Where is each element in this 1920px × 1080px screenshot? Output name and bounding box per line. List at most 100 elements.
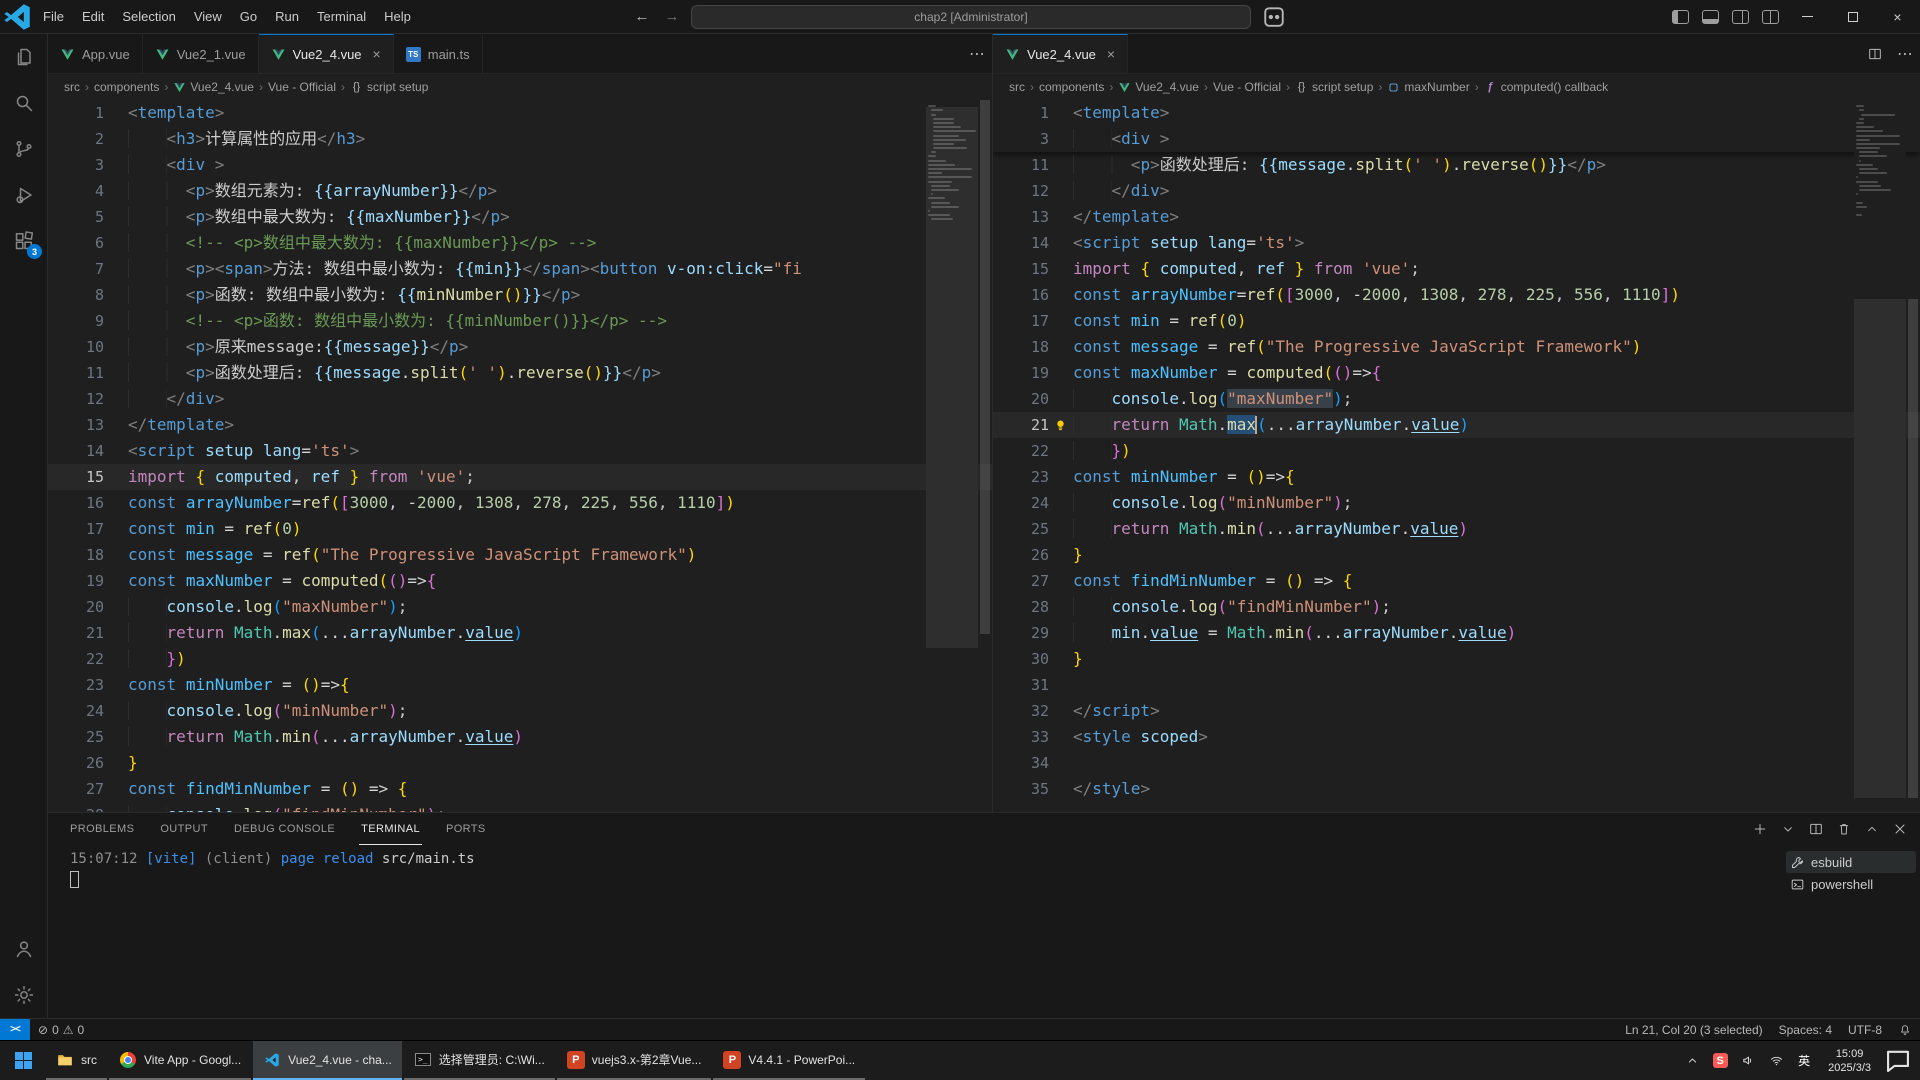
code-line[interactable]: 3 <div > <box>993 126 1920 152</box>
code-line[interactable]: 27const findMinNumber = () => { <box>993 568 1920 594</box>
code-line[interactable]: 7 <p><span>方法: 数组中最小数为: {{min}}</span><b… <box>48 256 992 282</box>
code-line[interactable]: 4 <p>数组元素为: {{arrayNumber}}</p> <box>48 178 992 204</box>
line-number[interactable]: 13 <box>993 204 1049 230</box>
code-editor[interactable]: 1<template>2 <h3>计算属性的应用</h3>3 <div >4 <… <box>48 100 992 812</box>
line-number[interactable]: 25 <box>48 724 104 750</box>
code-text[interactable]: const maxNumber = computed(()=>{ <box>1073 360 1920 386</box>
close-icon[interactable] <box>1888 817 1912 841</box>
more-icon[interactable]: ⋯ <box>962 34 992 73</box>
problems-status[interactable]: ⊘ 0 ⚠ 0 <box>30 1023 92 1037</box>
editor-scrollbar[interactable] <box>1906 100 1920 812</box>
code-text[interactable]: const minNumber = ()=>{ <box>128 672 992 698</box>
code-text[interactable]: <div > <box>128 152 992 178</box>
menu-run[interactable]: Run <box>266 5 308 29</box>
code-line[interactable]: 17const min = ref(0) <box>993 308 1920 334</box>
panel-tab-problems[interactable]: PROBLEMS <box>68 814 136 845</box>
taskbar-clock[interactable]: 15:09 2025/3/3 <box>1818 1047 1881 1075</box>
line-number[interactable]: 4 <box>48 178 104 204</box>
line-number[interactable]: 7 <box>48 256 104 282</box>
code-line[interactable]: 23const minNumber = ()=>{ <box>993 464 1920 490</box>
volume[interactable] <box>1734 1041 1762 1080</box>
code-line[interactable]: 19const maxNumber = computed(()=>{ <box>993 360 1920 386</box>
lightbulb-icon[interactable] <box>1052 416 1069 433</box>
code-line[interactable]: 30} <box>993 646 1920 672</box>
terminal-item-esbuild[interactable]: esbuild <box>1786 851 1916 873</box>
line-number[interactable]: 18 <box>993 334 1049 360</box>
minimap-slider[interactable] <box>926 107 978 648</box>
line-number[interactable]: 19 <box>48 568 104 594</box>
code-text[interactable]: } <box>1073 542 1920 568</box>
line-number[interactable]: 15 <box>993 256 1049 282</box>
code-text[interactable]: console.log("maxNumber"); <box>128 594 992 620</box>
plus-icon[interactable] <box>1748 817 1772 841</box>
code-text[interactable]: <script setup lang='ts'> <box>128 438 992 464</box>
code-text[interactable]: <template> <box>1073 100 1920 126</box>
code-text[interactable]: </template> <box>1073 204 1920 230</box>
tray-expand[interactable] <box>1678 1041 1706 1080</box>
menu-edit[interactable]: Edit <box>73 5 113 29</box>
chev-down-icon[interactable] <box>1776 817 1800 841</box>
code-text[interactable]: console.log("findMinNumber"); <box>128 802 992 812</box>
line-number[interactable]: 25 <box>993 516 1049 542</box>
breadcrumb-item-vue-official[interactable]: Vue - Official <box>268 80 336 94</box>
line-number[interactable]: 2 <box>48 126 104 152</box>
taskbar-item-c-wi[interactable]: >_选择管理员: C:\Wi... <box>404 1041 555 1080</box>
code-text[interactable] <box>1073 672 1920 698</box>
line-number[interactable]: 3 <box>48 152 104 178</box>
line-number[interactable]: 8 <box>48 282 104 308</box>
line-number[interactable]: 17 <box>48 516 104 542</box>
line-number[interactable]: 21 <box>48 620 104 646</box>
code-line[interactable]: 18const message = ref("The Progressive J… <box>48 542 992 568</box>
remote-indicator[interactable]: >< <box>0 1019 30 1040</box>
line-number[interactable]: 5 <box>48 204 104 230</box>
line-number[interactable]: 26 <box>993 542 1049 568</box>
code-line[interactable]: 1<template> <box>993 100 1920 126</box>
action-center-icon[interactable] <box>1881 1041 1915 1080</box>
code-line[interactable]: 26} <box>993 542 1920 568</box>
code-text[interactable]: const message = ref("The Progressive Jav… <box>1073 334 1920 360</box>
code-text[interactable]: <p>数组中最大数为: {{maxNumber}}</p> <box>128 204 992 230</box>
code-text[interactable]: const arrayNumber=ref([3000, -2000, 1308… <box>1073 282 1920 308</box>
panel-left-icon[interactable] <box>1665 4 1695 30</box>
minimap-slider[interactable] <box>1854 299 1906 797</box>
code-line[interactable]: 15import { computed, ref } from 'vue'; <box>48 464 992 490</box>
code-line[interactable]: 8 <p>函数: 数组中最小数为: {{minNumber()}}</p> <box>48 282 992 308</box>
code-text[interactable]: <h3>计算属性的应用</h3> <box>128 126 992 152</box>
code-text[interactable]: </style> <box>1073 776 1920 802</box>
maximize-button[interactable] <box>1830 0 1875 33</box>
code-text[interactable]: const min = ref(0) <box>1073 308 1920 334</box>
chev-up-icon[interactable] <box>1860 817 1884 841</box>
line-number[interactable]: 24 <box>48 698 104 724</box>
close-button[interactable]: × <box>1875 0 1920 33</box>
code-line[interactable]: 2 <h3>计算属性的应用</h3> <box>48 126 992 152</box>
line-number[interactable]: 29 <box>993 620 1049 646</box>
code-line[interactable]: 11 <p>函数处理后: {{message.split(' ').revers… <box>48 360 992 386</box>
code-text[interactable]: <p><span>方法: 数组中最小数为: {{min}}</span><but… <box>128 256 992 282</box>
line-number[interactable]: 16 <box>48 490 104 516</box>
code-text[interactable]: }) <box>128 646 992 672</box>
code-text[interactable] <box>1073 750 1920 776</box>
code-line[interactable]: 35</style> <box>993 776 1920 802</box>
code-text[interactable]: import { computed, ref } from 'vue'; <box>128 464 992 490</box>
menu-terminal[interactable]: Terminal <box>308 5 375 29</box>
menu-file[interactable]: File <box>34 5 73 29</box>
tab-app-vue[interactable]: App.vue <box>48 34 143 73</box>
code-text[interactable]: console.log("minNumber"); <box>128 698 992 724</box>
code-line[interactable]: 1<template> <box>48 100 992 126</box>
code-text[interactable]: <p>函数: 数组中最小数为: {{minNumber()}}</p> <box>128 282 992 308</box>
line-number[interactable]: 12 <box>48 386 104 412</box>
menu-view[interactable]: View <box>185 5 231 29</box>
code-line[interactable]: 32</script> <box>993 698 1920 724</box>
line-number[interactable]: 32 <box>993 698 1049 724</box>
code-line[interactable]: 28 console.log("findMinNumber"); <box>993 594 1920 620</box>
line-number[interactable]: 26 <box>48 750 104 776</box>
line-number[interactable]: 14 <box>993 230 1049 256</box>
code-text[interactable]: const maxNumber = computed(()=>{ <box>128 568 992 594</box>
line-number[interactable]: 20 <box>48 594 104 620</box>
code-line[interactable]: 22 }) <box>48 646 992 672</box>
activity-source-control[interactable] <box>0 126 48 172</box>
copilot-icon[interactable] <box>1259 4 1289 30</box>
code-line[interactable]: 19 const maxNumber = computed(()=>{ <box>48 568 992 594</box>
bell-icon[interactable] <box>1890 1023 1920 1037</box>
split-icon[interactable] <box>1804 817 1828 841</box>
